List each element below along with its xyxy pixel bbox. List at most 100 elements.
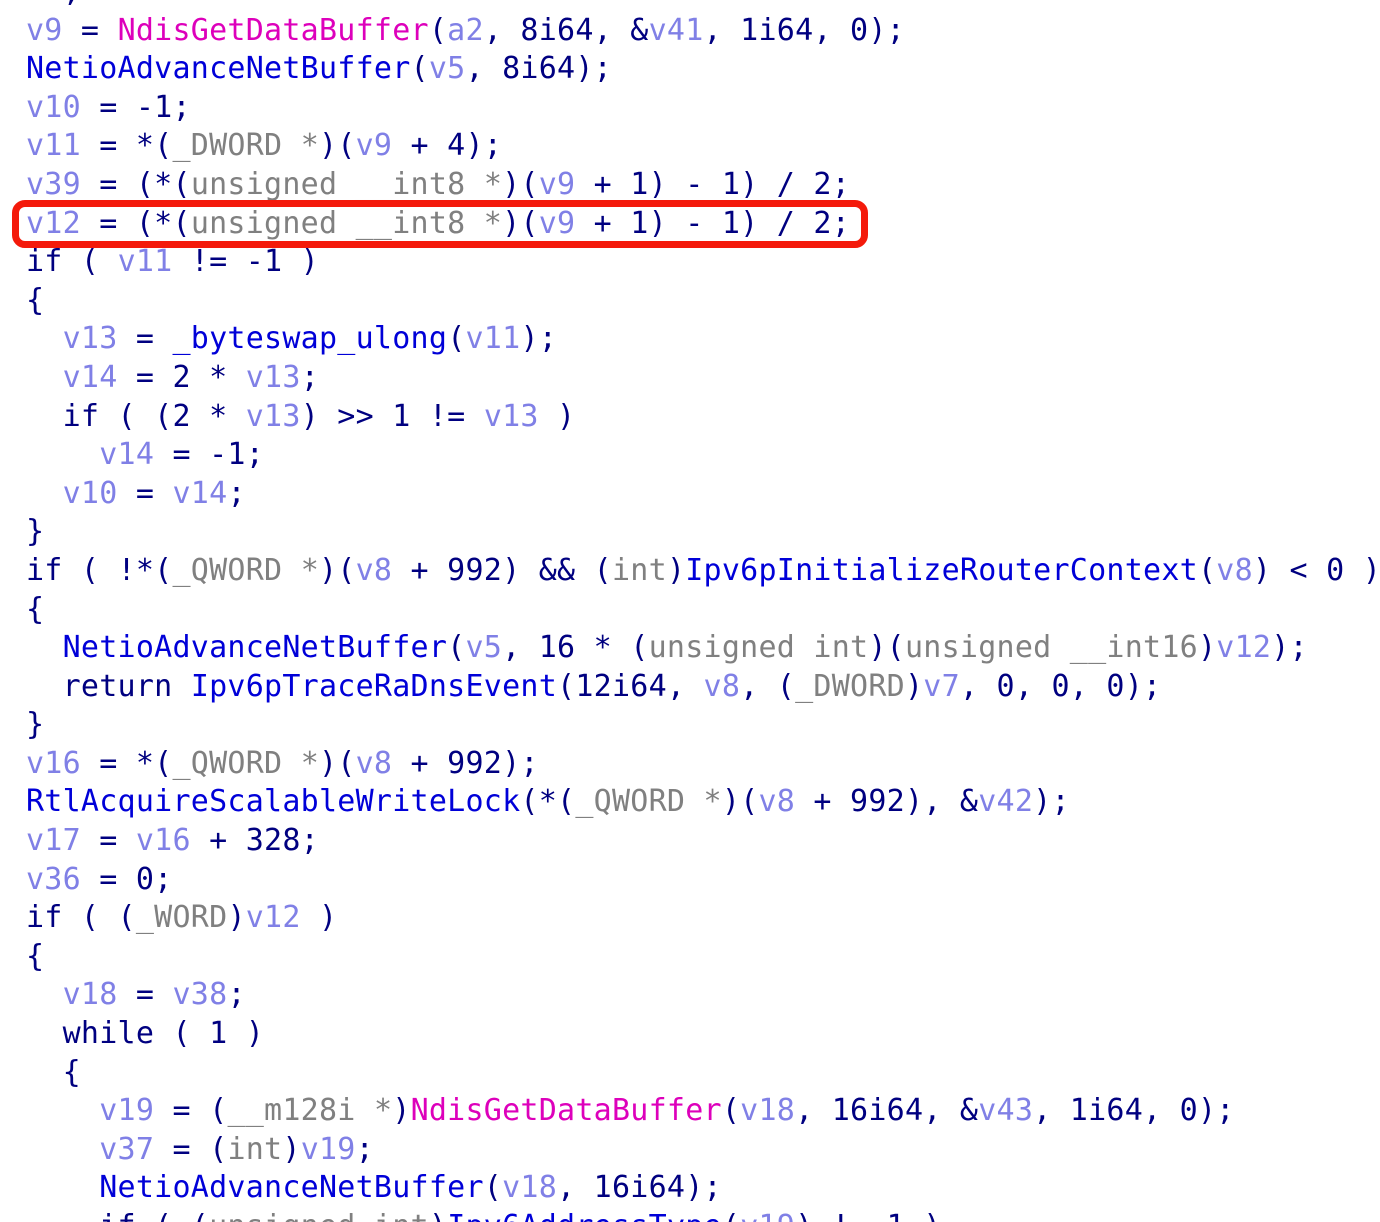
code-line[interactable]: if ( (2 * v13) >> 1 != v13 ) <box>26 398 1380 437</box>
code-line[interactable]: ; <box>26 0 1380 12</box>
code-token-var[interactable]: v12 <box>1216 630 1271 665</box>
code-line[interactable]: v18 = v38; <box>26 976 1380 1015</box>
code-token-var[interactable]: v8 <box>704 669 741 704</box>
code-token-var[interactable]: v37 <box>99 1132 154 1167</box>
code-token-var[interactable]: v11 <box>466 321 521 356</box>
code-token-func[interactable]: RtlAcquireScalableWriteLock <box>26 784 520 819</box>
code-token-var[interactable]: v19 <box>99 1093 154 1128</box>
code-token-punct: = <box>117 475 173 511</box>
code-token-var[interactable]: v13 <box>246 360 301 395</box>
code-token-var[interactable]: v5 <box>465 630 502 665</box>
code-token-var[interactable]: v38 <box>173 977 228 1012</box>
code-line[interactable]: v11 = *(_DWORD *)(v9 + 4); <box>26 127 1380 166</box>
code-line[interactable]: v39 = (*(unsigned __int8 *)(v9 + 1) - 1)… <box>26 166 1380 205</box>
code-token-var[interactable]: v8 <box>1216 553 1253 588</box>
code-line[interactable]: v10 = -1; <box>26 89 1380 128</box>
code-token-var[interactable]: v39 <box>26 167 81 202</box>
code-token-var[interactable]: v19 <box>740 1209 795 1222</box>
code-token-punct: ); <box>520 321 558 357</box>
code-token-var[interactable]: v10 <box>63 476 118 511</box>
code-token-var[interactable]: v13 <box>63 321 118 356</box>
code-line[interactable]: } <box>26 513 1380 552</box>
code-token-var[interactable]: v7 <box>923 669 960 704</box>
code-token-punct: = *( <box>80 745 173 781</box>
code-token-func[interactable]: Ipv6pInitializeRouterContext <box>685 553 1198 588</box>
code-token-var[interactable]: v18 <box>63 977 118 1012</box>
pseudocode-view[interactable]: ;v9 = NdisGetDataBuffer(a2, 8i64, &v41, … <box>0 0 1380 1222</box>
code-token-var[interactable]: v19 <box>301 1132 356 1167</box>
code-line[interactable]: if ( (_WORD)v12 ) <box>26 899 1380 938</box>
code-token-var[interactable]: v42 <box>978 784 1033 819</box>
code-line[interactable]: v9 = NdisGetDataBuffer(a2, 8i64, &v41, 1… <box>26 12 1380 51</box>
code-token-punct: (*( <box>520 784 576 820</box>
code-line-highlighted[interactable]: v12 = (*(unsigned __int8 *)(v9 + 1) - 1)… <box>26 205 1380 244</box>
code-token-punct: != -1 ) <box>172 244 319 280</box>
code-line[interactable]: v37 = (int)v19; <box>26 1131 1380 1170</box>
code-token-var[interactable]: v14 <box>173 476 228 511</box>
code-line[interactable]: { <box>26 1054 1380 1093</box>
code-line[interactable]: v16 = *(_QWORD *)(v8 + 992); <box>26 745 1380 784</box>
code-line[interactable]: NetioAdvanceNetBuffer(v5, 8i64); <box>26 50 1380 89</box>
code-token-var[interactable]: v11 <box>118 244 173 279</box>
code-token-var[interactable]: v11 <box>26 128 81 163</box>
code-token-var[interactable]: v13 <box>484 399 539 434</box>
code-token-punct: + 328; <box>190 823 319 859</box>
code-token-punct: = -1; <box>80 89 191 125</box>
code-line[interactable]: v10 = v14; <box>26 475 1380 514</box>
code-token-var[interactable]: v16 <box>26 746 81 781</box>
code-token-var[interactable]: v14 <box>99 437 154 472</box>
code-token-var[interactable]: v12 <box>246 900 301 935</box>
code-token-type: _QWORD <box>575 784 686 820</box>
code-token-punct: } <box>26 707 45 743</box>
code-token-var[interactable]: v8 <box>758 784 795 819</box>
code-token-var[interactable]: v17 <box>26 823 81 858</box>
code-token-func[interactable]: NetioAdvanceNetBuffer <box>26 51 411 86</box>
code-line[interactable]: RtlAcquireScalableWriteLock(*(_QWORD *)(… <box>26 783 1380 822</box>
code-line[interactable]: NetioAdvanceNetBuffer(v18, 16i64); <box>26 1169 1380 1208</box>
code-token-func[interactable]: NetioAdvanceNetBuffer <box>63 630 448 665</box>
code-line[interactable]: { <box>26 938 1380 977</box>
code-token-var[interactable]: v18 <box>740 1093 795 1128</box>
code-token-var[interactable]: v41 <box>649 13 704 48</box>
code-line[interactable]: { <box>26 282 1380 321</box>
code-line[interactable]: v19 = (__m128i *)NdisGetDataBuffer(v18, … <box>26 1092 1380 1131</box>
code-token-func[interactable]: NetioAdvanceNetBuffer <box>99 1170 484 1205</box>
code-line[interactable]: { <box>26 591 1380 630</box>
code-token-import[interactable]: NdisGetDataBuffer <box>411 1093 722 1128</box>
code-line[interactable]: v17 = v16 + 328; <box>26 822 1380 861</box>
code-line[interactable]: return Ipv6pTraceRaDnsEvent(12i64, v8, (… <box>26 668 1380 707</box>
code-line[interactable]: if ( !*(_QWORD *)(v8 + 992) && (int)Ipv6… <box>26 552 1380 591</box>
code-token-func[interactable]: Ipv6pTraceRaDnsEvent <box>191 669 557 704</box>
code-line[interactable]: while ( 1 ) <box>26 1015 1380 1054</box>
code-line[interactable]: if ( (unsigned int)Ipv6AddressType(v19) … <box>26 1208 1380 1222</box>
code-line[interactable]: v14 = 2 * v13; <box>26 359 1380 398</box>
code-token-var[interactable]: v16 <box>136 823 191 858</box>
code-token-var[interactable]: v5 <box>429 51 466 86</box>
code-token-func[interactable]: _byteswap_ulong <box>173 321 448 356</box>
code-line[interactable]: v14 = -1; <box>26 436 1380 475</box>
code-line[interactable]: v13 = _byteswap_ulong(v11); <box>26 320 1380 359</box>
code-token-var[interactable]: v9 <box>356 128 393 163</box>
code-line[interactable]: } <box>26 706 1380 745</box>
code-token-func[interactable]: Ipv6AddressType <box>447 1209 722 1222</box>
code-line[interactable]: NetioAdvanceNetBuffer(v5, 16 * (unsigned… <box>26 629 1380 668</box>
code-token-var[interactable]: v8 <box>356 746 393 781</box>
code-token-var[interactable]: v18 <box>502 1170 557 1205</box>
code-line-list[interactable]: ;v9 = NdisGetDataBuffer(a2, 8i64, &v41, … <box>0 0 1380 1222</box>
code-token-var[interactable]: v9 <box>539 206 576 241</box>
code-line[interactable]: if ( v11 != -1 ) <box>26 243 1380 282</box>
code-token-var[interactable]: v43 <box>978 1093 1033 1128</box>
code-token-var[interactable]: v9 <box>26 13 63 48</box>
code-token-punct: , 1i64, 0); <box>703 12 905 48</box>
code-token-var[interactable]: v36 <box>26 862 81 897</box>
code-token-var[interactable]: v14 <box>63 360 118 395</box>
code-token-import[interactable]: NdisGetDataBuffer <box>118 13 429 48</box>
code-token-var[interactable]: v9 <box>539 167 576 202</box>
code-token-var[interactable]: v8 <box>356 553 393 588</box>
code-token-var[interactable]: v13 <box>246 399 301 434</box>
code-token-var[interactable]: v10 <box>26 90 81 125</box>
code-line[interactable]: v36 = 0; <box>26 861 1380 900</box>
code-token-var[interactable]: v12 <box>26 206 81 241</box>
code-token-var[interactable]: a2 <box>447 13 484 48</box>
code-token-punct <box>26 1016 63 1051</box>
